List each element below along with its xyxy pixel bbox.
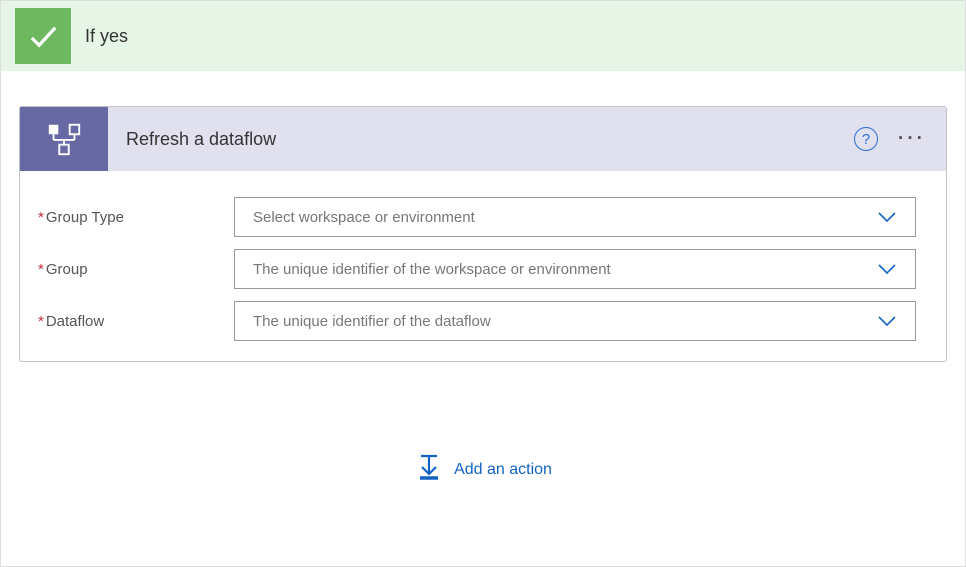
insert-step-icon [414,452,444,487]
if-yes-title: If yes [85,26,128,47]
field-label-group: *Group [34,261,234,278]
chevron-down-icon [877,315,897,327]
chevron-down-icon [877,211,897,223]
action-header[interactable]: Refresh a dataflow ? ··· [20,107,946,171]
condition-branch-container: If yes Refresh a dataflow [0,0,966,567]
label-text: Dataflow [46,313,104,330]
form-row-group-type: *Group Type Select workspace or environm… [34,197,916,237]
dropdown-placeholder: The unique identifier of the workspace o… [253,261,611,278]
dropdown-placeholder: Select workspace or environment [253,209,475,226]
add-action-button[interactable]: Add an action [19,452,947,487]
field-label-group-type: *Group Type [34,209,234,226]
label-text: Group [46,261,88,278]
required-asterisk: * [38,313,44,330]
dropdown-group[interactable]: The unique identifier of the workspace o… [234,249,916,289]
help-icon[interactable]: ? [854,127,878,151]
action-title: Refresh a dataflow [126,129,854,150]
dropdown-group-type[interactable]: Select workspace or environment [234,197,916,237]
required-asterisk: * [38,209,44,226]
action-card: Refresh a dataflow ? ··· *Group Type Sel… [19,106,947,362]
content-area: Refresh a dataflow ? ··· *Group Type Sel… [1,71,965,487]
label-text: Group Type [46,209,124,226]
dataflow-icon [20,107,108,171]
more-menu-icon[interactable]: ··· [898,128,926,150]
form-row-group: *Group The unique identifier of the work… [34,249,916,289]
chevron-down-icon [877,263,897,275]
if-yes-header[interactable]: If yes [1,1,965,71]
dropdown-dataflow[interactable]: The unique identifier of the dataflow [234,301,916,341]
field-label-dataflow: *Dataflow [34,313,234,330]
checkmark-icon [15,8,71,64]
dropdown-placeholder: The unique identifier of the dataflow [253,313,491,330]
help-symbol: ? [862,131,870,148]
form-row-dataflow: *Dataflow The unique identifier of the d… [34,301,916,341]
add-action-label: Add an action [454,461,552,479]
required-asterisk: * [38,261,44,278]
form-body: *Group Type Select workspace or environm… [20,171,946,361]
